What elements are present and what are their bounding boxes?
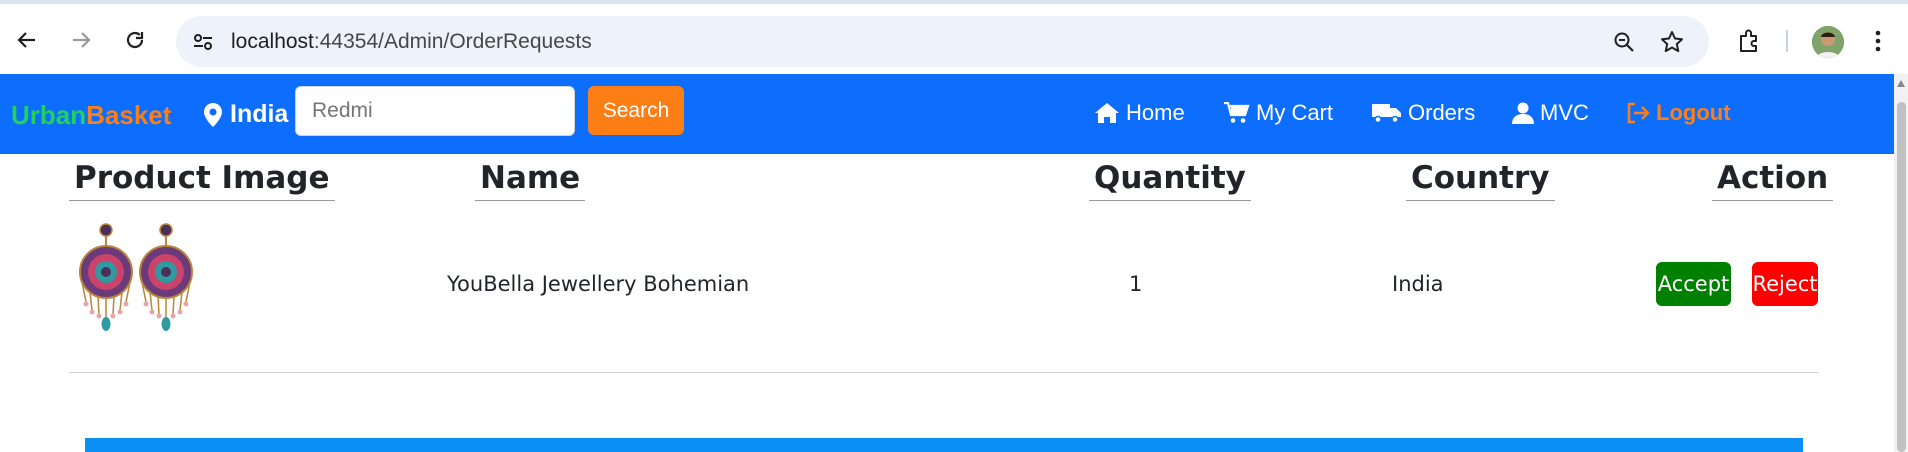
product-quantity: 1 xyxy=(1129,272,1143,296)
page-scrollbar[interactable] xyxy=(1894,74,1908,452)
brand-part2: Basket xyxy=(86,100,172,130)
search-input[interactable] xyxy=(295,86,575,136)
forward-button[interactable] xyxy=(63,22,99,58)
reload-button[interactable] xyxy=(117,22,153,58)
home-icon xyxy=(1095,103,1119,123)
nav-link-orders[interactable]: Orders xyxy=(1372,100,1475,126)
product-country: India xyxy=(1392,272,1444,296)
truck-icon xyxy=(1372,104,1401,124)
forward-arrow-icon xyxy=(73,32,91,48)
profile-avatar[interactable] xyxy=(1812,26,1844,58)
nav-link-label: Orders xyxy=(1408,100,1476,125)
nav-link-logout[interactable]: Logout xyxy=(1626,100,1731,126)
user-icon xyxy=(1512,102,1534,124)
nav-link-label: Logout xyxy=(1656,100,1731,125)
brand-part1: Urban xyxy=(11,100,87,130)
back-arrow-icon xyxy=(17,32,35,48)
search-button[interactable]: Search xyxy=(588,86,684,135)
nav-link-label: My Cart xyxy=(1256,100,1333,125)
column-header-product-image: Product Image xyxy=(69,160,335,201)
reload-icon xyxy=(126,31,144,49)
url-path: :44354/Admin/OrderRequests xyxy=(313,30,592,53)
location-label: India xyxy=(230,100,289,128)
column-header-country: Country xyxy=(1406,160,1555,201)
nav-link-label: MVC xyxy=(1540,100,1589,125)
extensions-icon[interactable] xyxy=(1734,26,1764,56)
nav-link-home[interactable]: Home xyxy=(1094,100,1185,126)
bookmark-star-icon[interactable] xyxy=(1657,27,1687,57)
nav-link-cart[interactable]: My Cart xyxy=(1224,100,1333,126)
column-header-name: Name xyxy=(475,160,586,201)
url-host: localhost xyxy=(231,30,314,53)
accept-button[interactable]: Accept xyxy=(1656,262,1731,306)
reject-button[interactable]: Reject xyxy=(1752,262,1818,306)
column-header-quantity: Quantity xyxy=(1089,160,1251,201)
back-button[interactable] xyxy=(9,22,45,58)
map-pin-icon xyxy=(204,102,222,127)
product-name: YouBella Jewellery Bohemian xyxy=(447,272,750,296)
row-divider xyxy=(69,372,1818,373)
brand-logo[interactable]: UrbanBasket xyxy=(11,100,171,131)
footer-bar xyxy=(85,438,1803,452)
site-settings-icon[interactable] xyxy=(190,29,216,55)
logout-icon xyxy=(1627,102,1650,124)
nav-link-mvc[interactable]: MVC xyxy=(1512,100,1589,126)
url-text[interactable]: localhost:44354/Admin/OrderRequests xyxy=(231,30,592,54)
column-header-action: Action xyxy=(1712,160,1834,201)
scroll-thumb[interactable] xyxy=(1897,102,1906,452)
address-bar[interactable]: localhost:44354/Admin/OrderRequests xyxy=(176,16,1709,67)
browser-menu-icon[interactable] xyxy=(1868,26,1888,56)
nav-link-label: Home xyxy=(1126,100,1185,125)
browser-toolbar: localhost:44354/Admin/OrderRequests xyxy=(0,0,1908,74)
scroll-up-arrow-icon[interactable] xyxy=(1897,80,1905,87)
app-navbar: UrbanBasket India Search Home My Cart Or… xyxy=(0,74,1894,154)
cart-icon xyxy=(1224,102,1250,123)
location-indicator: India xyxy=(204,100,288,129)
toolbar-divider xyxy=(1786,30,1788,52)
product-image xyxy=(79,223,193,331)
zoom-icon[interactable] xyxy=(1610,28,1638,56)
